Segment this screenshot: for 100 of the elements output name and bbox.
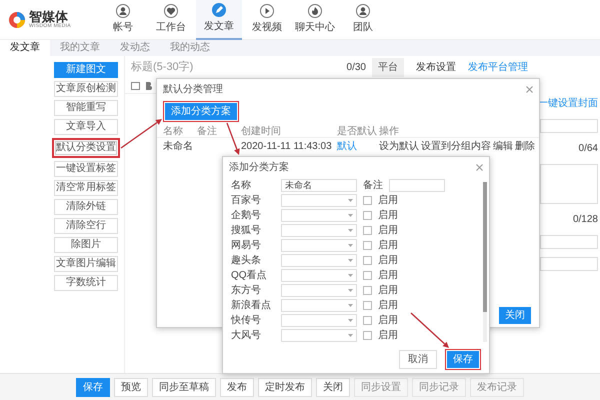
- checkbox-label: 启用: [378, 284, 398, 298]
- checkbox-label: 启用: [378, 254, 398, 268]
- caret-icon: [348, 244, 353, 247]
- action-link[interactable]: 设为默认: [379, 139, 419, 154]
- manage-link[interactable]: 发布平台管理: [468, 60, 528, 74]
- caret-icon: [348, 274, 353, 277]
- field-label: 备注: [363, 178, 383, 193]
- settings-tab[interactable]: 平台: [372, 58, 404, 76]
- checkbox[interactable]: [363, 241, 372, 250]
- platform-label: 百家号: [231, 194, 262, 208]
- caret-icon: [348, 199, 353, 202]
- checkbox[interactable]: [363, 211, 372, 220]
- category-select[interactable]: [281, 224, 357, 237]
- tool-button[interactable]: 除图片: [54, 237, 118, 253]
- category-select[interactable]: [281, 239, 357, 252]
- caret-icon: [348, 229, 353, 232]
- annotation-arrow: [226, 122, 240, 155]
- annotation-arrow: [410, 312, 449, 348]
- bold-icon: [145, 82, 152, 90]
- checkbox[interactable]: [363, 331, 372, 340]
- action-button[interactable]: 定时发布: [258, 378, 312, 396]
- tool-button[interactable]: 默认分类设置: [52, 138, 120, 158]
- platform-label: 大风号: [231, 328, 262, 343]
- nav-tab[interactable]: 发文章: [196, 0, 242, 40]
- nav-tab[interactable]: 团队: [340, 0, 386, 40]
- pen-icon: [212, 3, 226, 17]
- category-select[interactable]: [281, 194, 357, 207]
- platform-label: 网易号: [231, 239, 262, 253]
- field-label: 名称: [231, 179, 252, 193]
- checkbox[interactable]: [363, 301, 372, 310]
- checkbox[interactable]: [363, 316, 372, 325]
- checkbox[interactable]: [363, 226, 372, 235]
- play-icon: [260, 4, 274, 18]
- text-field[interactable]: [540, 257, 598, 271]
- platform-label: QQ看点: [231, 268, 268, 283]
- platform-label: 企鹅号: [231, 208, 262, 223]
- checkbox[interactable]: [363, 196, 372, 205]
- scrollbar[interactable]: [483, 182, 487, 342]
- name-field[interactable]: 未命名: [281, 179, 357, 192]
- platform-label: 新浪看点: [231, 298, 272, 313]
- action-button[interactable]: 关闭: [316, 378, 350, 396]
- person-icon: [356, 4, 370, 18]
- annotation-arrow: [120, 119, 162, 149]
- action-link[interactable]: 设置到分组内容: [421, 139, 491, 154]
- nav-tab[interactable]: 发视频: [244, 0, 290, 40]
- checkbox[interactable]: [363, 256, 372, 265]
- action-button[interactable]: 预览: [114, 378, 148, 396]
- tool-button[interactable]: 智能重写: [54, 100, 118, 116]
- category-select[interactable]: [281, 284, 357, 297]
- summary-field[interactable]: [540, 119, 598, 133]
- description-field[interactable]: [540, 164, 598, 204]
- default-label: 默认: [337, 140, 358, 154]
- tool-button[interactable]: 清空常用标签: [54, 180, 118, 196]
- category-select[interactable]: [281, 299, 357, 312]
- checkbox-label: 启用: [378, 208, 398, 223]
- text-field[interactable]: [540, 235, 598, 249]
- action-link[interactable]: 编辑: [493, 139, 513, 154]
- tool-button[interactable]: 清除外链: [54, 199, 118, 215]
- caret-icon: [348, 259, 353, 262]
- dialog-title: 默认分类管理: [163, 82, 223, 97]
- tool-button[interactable]: 一键设置标签: [54, 161, 118, 177]
- nav-tab[interactable]: 工作台: [148, 0, 194, 40]
- caret-icon: [348, 214, 353, 217]
- char-count: 0/64: [578, 142, 598, 156]
- note-field[interactable]: [389, 179, 445, 192]
- caret-icon: [348, 304, 353, 307]
- tool-button[interactable]: 字数统计: [54, 275, 118, 291]
- tool-button[interactable]: 清除空行: [54, 218, 118, 234]
- checkbox-label: 启用: [378, 328, 398, 343]
- table-cell-text: 2020-11-11 11:43:03: [241, 140, 333, 154]
- column-header: 备注: [197, 124, 218, 139]
- column-header: 名称: [163, 125, 184, 139]
- cancel-button[interactable]: 取消: [399, 350, 437, 369]
- checkbox-label: 启用: [378, 268, 398, 283]
- logo-icon: [8, 10, 26, 28]
- tool-button[interactable]: 文章原创检测: [54, 81, 118, 97]
- category-select[interactable]: [281, 314, 357, 327]
- action-link[interactable]: 删除: [515, 139, 535, 154]
- image-icon: [131, 82, 140, 90]
- checkbox-label: 启用: [378, 298, 398, 313]
- category-select[interactable]: [281, 329, 357, 342]
- category-select[interactable]: [281, 209, 357, 222]
- checkbox[interactable]: [363, 271, 372, 280]
- category-select[interactable]: [281, 269, 357, 282]
- category-select[interactable]: [281, 254, 357, 267]
- char-count: 0/128: [572, 213, 598, 227]
- nav-tab[interactable]: 聊天中心: [292, 0, 338, 40]
- column-header: 是否默认: [337, 125, 378, 139]
- action-button[interactable]: 同步至草稿: [152, 378, 216, 396]
- tool-button[interactable]: 文章图片编辑: [54, 256, 118, 272]
- nav-tab[interactable]: 帐号: [100, 0, 146, 40]
- caret-icon: [348, 334, 353, 337]
- column-header: 创建时间: [241, 124, 282, 139]
- checkbox[interactable]: [363, 286, 372, 295]
- action-button[interactable]: 发布: [220, 378, 254, 396]
- column-header: 操作: [379, 125, 400, 139]
- sub-tab[interactable]: 发文章: [0, 40, 50, 56]
- caret-icon: [348, 319, 353, 322]
- close-icon: [476, 164, 483, 171]
- tool-button[interactable]: 文章导入: [54, 119, 118, 135]
